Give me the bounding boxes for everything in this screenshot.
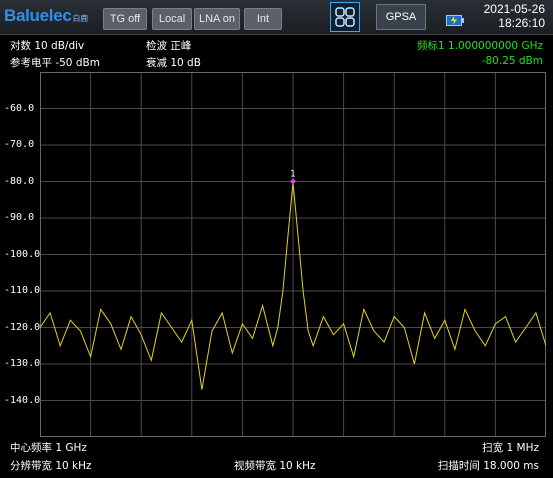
y-tick-label: -100.0 — [4, 248, 41, 260]
brand-logo: Baluelec白鹿 — [4, 6, 88, 25]
tg-off-button[interactable]: TG off — [103, 8, 147, 30]
battery-charging-icon — [446, 11, 464, 30]
y-tick-label: -90.0 — [4, 212, 35, 223]
span-info: 扫宽 1 MHz — [482, 442, 539, 454]
sweep-time-info: 扫描时间 18.000 ms — [437, 460, 539, 472]
vbw-info: 视频带宽 10 kHz — [234, 460, 316, 472]
ref-level-info: 参考电平 -50 dBm — [10, 57, 100, 69]
mode-gpsa-button[interactable]: GPSA — [376, 4, 426, 30]
app-grid-icon[interactable] — [330, 2, 360, 32]
y-tick-label: -70.0 — [4, 139, 35, 150]
y-tick-label: -60.0 — [4, 102, 35, 114]
time-text: 18:26:10 — [498, 16, 545, 30]
scale-info: 对数 10 dB/div — [10, 40, 85, 52]
marker-1-label: 1 — [290, 169, 296, 179]
y-tick-label: -120.0 — [4, 321, 41, 333]
attenuation-info: 衰减 10 dB — [146, 57, 201, 69]
y-tick-label: -130.0 — [4, 358, 41, 369]
center-frequency: 中心频率 1 GHz — [10, 442, 87, 454]
y-tick-label: -110.0 — [4, 285, 41, 296]
datetime: 2021-05-26 18:26:10 — [484, 2, 545, 30]
marker-amplitude: -80.25 dBm — [481, 55, 543, 67]
int-button[interactable]: Int — [244, 8, 282, 30]
date-text: 2021-05-26 — [483, 2, 545, 16]
y-tick-label: -80.0 — [4, 175, 35, 187]
spectrum-plot[interactable]: 1 — [40, 72, 546, 437]
y-tick-label: -140.0 — [4, 394, 41, 406]
local-button[interactable]: Local — [152, 8, 192, 30]
detector-info: 检波 正峰 — [146, 40, 192, 52]
marker-frequency: 频标1 1.000000000 GHz — [416, 40, 543, 52]
lna-on-button[interactable]: LNA on — [194, 8, 240, 30]
rbw-info: 分辨带宽 10 kHz — [10, 460, 92, 472]
top-toolbar: Baluelec白鹿 TG off Local LNA on Int GPSA … — [0, 0, 553, 35]
